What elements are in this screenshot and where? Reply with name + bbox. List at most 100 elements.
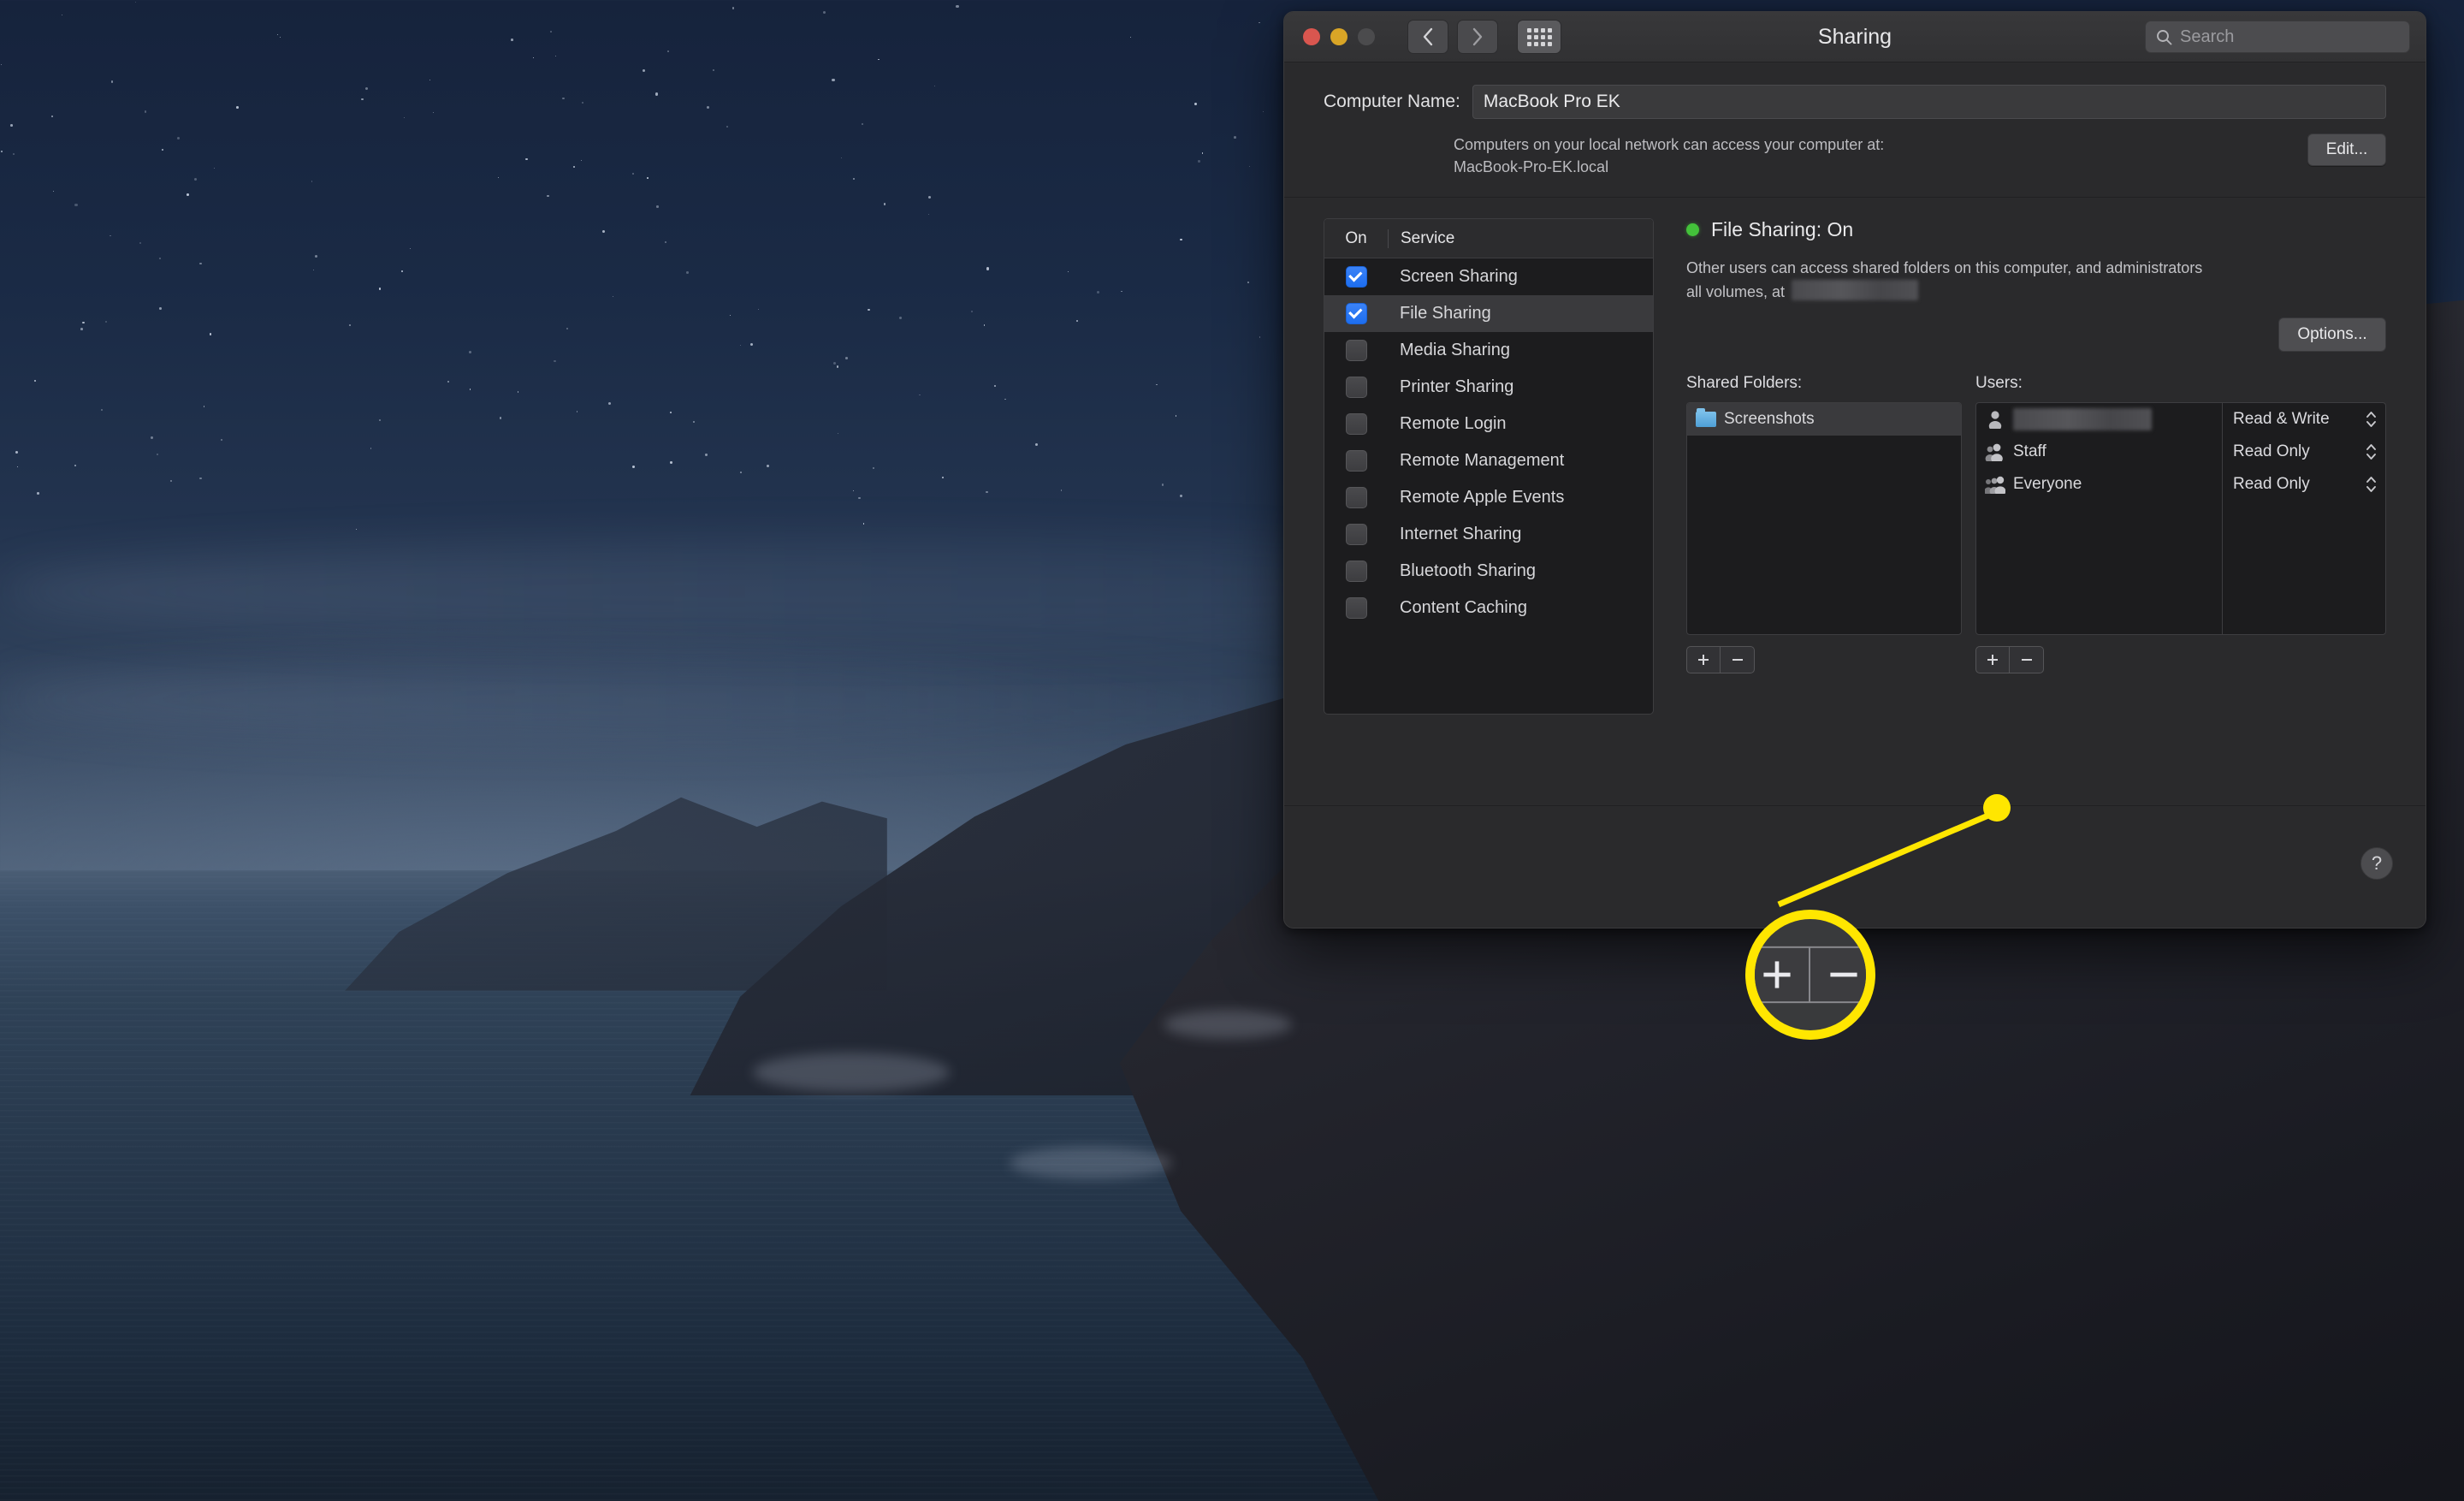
add-user-button[interactable] xyxy=(1975,646,2010,674)
star xyxy=(632,173,635,175)
edit-button[interactable]: Edit... xyxy=(2307,133,2386,166)
star xyxy=(554,359,556,363)
user-permission-row[interactable]: Read & Write xyxy=(2223,403,2385,436)
star xyxy=(898,317,902,320)
shared-folder-item[interactable]: Screenshots xyxy=(1687,403,1961,436)
checkbox-unchecked[interactable] xyxy=(1345,413,1367,436)
navigation-buttons xyxy=(1407,20,1498,54)
checkbox-unchecked[interactable] xyxy=(1345,597,1367,620)
star xyxy=(986,490,989,494)
service-row[interactable]: Printer Sharing xyxy=(1324,369,1653,406)
checkbox-unchecked[interactable] xyxy=(1345,561,1367,583)
user-permission-row[interactable]: Read Only xyxy=(2223,468,2385,501)
computer-name-input[interactable]: MacBook Pro EK xyxy=(1472,85,2386,119)
star xyxy=(533,57,535,59)
star xyxy=(315,254,318,258)
add-shared-folder-button[interactable] xyxy=(1686,646,1721,674)
search-field[interactable] xyxy=(2145,21,2410,53)
service-row[interactable]: Remote Login xyxy=(1324,406,1653,442)
star xyxy=(572,165,576,168)
service-row[interactable]: File Sharing xyxy=(1324,295,1653,333)
traffic-lights xyxy=(1303,28,1375,45)
star xyxy=(159,306,163,310)
service-checkbox-cell xyxy=(1324,303,1388,325)
chevron-up-icon xyxy=(2366,477,2376,484)
service-row[interactable]: Content Caching xyxy=(1324,590,1653,626)
user-item[interactable]: Staff xyxy=(1976,436,2222,468)
star xyxy=(861,122,864,125)
forward-button[interactable] xyxy=(1457,20,1498,54)
service-row[interactable]: Internet Sharing xyxy=(1324,516,1653,553)
user-item[interactable] xyxy=(1976,403,2222,436)
checkbox-unchecked[interactable] xyxy=(1345,377,1367,399)
sharing-body: On Service Screen Sharing File Sharing Med… xyxy=(1284,198,2426,715)
help-button[interactable]: ? xyxy=(2360,847,2393,880)
star xyxy=(51,116,54,117)
remove-shared-folder-button[interactable] xyxy=(1721,646,1755,674)
service-checkbox-cell xyxy=(1324,524,1388,546)
star xyxy=(576,411,578,412)
service-row[interactable]: Screen Sharing xyxy=(1324,258,1653,295)
plus-icon xyxy=(1698,655,1709,666)
star xyxy=(403,116,405,118)
star xyxy=(37,492,40,495)
minimize-button[interactable] xyxy=(1330,28,1348,45)
search-input[interactable] xyxy=(2180,27,2377,47)
remove-user-button[interactable] xyxy=(2010,646,2044,674)
shared-folders-label: Shared Folders: xyxy=(1686,374,1803,393)
checkbox-checked[interactable] xyxy=(1345,303,1367,325)
star xyxy=(1076,320,1078,322)
wallpaper-cloud-band xyxy=(0,660,1355,738)
computer-name-row: Computer Name: MacBook Pro EK xyxy=(1324,85,2386,119)
users-list[interactable]: Staff Everyone Read & Write Read Only Read … xyxy=(1975,402,2386,636)
star xyxy=(566,327,569,330)
permission-stepper[interactable] xyxy=(2366,476,2377,493)
window-titlebar: Sharing xyxy=(1284,12,2426,62)
star xyxy=(970,311,974,313)
service-row[interactable]: Remote Apple Events xyxy=(1324,479,1653,516)
back-button[interactable] xyxy=(1407,20,1448,54)
service-row[interactable]: Media Sharing xyxy=(1324,332,1653,369)
star xyxy=(199,477,202,480)
service-row[interactable]: Remote Management xyxy=(1324,442,1653,479)
users-permissions-column: Read & Write Read Only Read Only xyxy=(2223,403,2385,634)
star xyxy=(151,436,153,439)
minus-icon xyxy=(1732,659,1743,662)
search-icon xyxy=(2157,29,2172,44)
permission-value: Read & Write xyxy=(2233,410,2330,429)
back-chevron-icon xyxy=(1423,27,1433,46)
star xyxy=(841,157,843,159)
star xyxy=(1198,160,1200,163)
user-permission-row[interactable]: Read Only xyxy=(2223,436,2385,468)
permission-stepper[interactable] xyxy=(2366,411,2377,428)
permission-stepper[interactable] xyxy=(2366,443,2377,460)
star xyxy=(713,68,715,72)
checkbox-unchecked[interactable] xyxy=(1345,340,1367,362)
service-row[interactable]: Bluetooth Sharing xyxy=(1324,553,1653,590)
star xyxy=(823,10,826,14)
star xyxy=(602,229,606,233)
options-button[interactable]: Options... xyxy=(2278,317,2386,353)
shared-folders-list[interactable]: Screenshots xyxy=(1686,402,1962,636)
star xyxy=(1259,21,1260,24)
star xyxy=(1263,110,1265,113)
show-all-button[interactable] xyxy=(1517,20,1561,54)
user-item[interactable]: Everyone xyxy=(1976,468,2222,501)
checkbox-checked[interactable] xyxy=(1345,266,1367,288)
users-column: Users: Staff Everyone Read & Write Read On… xyxy=(1975,374,2386,674)
wallpaper-foam xyxy=(1010,1147,1172,1179)
close-button[interactable] xyxy=(1303,28,1320,45)
star xyxy=(666,50,669,52)
checkbox-unchecked[interactable] xyxy=(1345,487,1367,509)
network-access-description: Computers on your local network can acce… xyxy=(1454,133,1884,178)
star xyxy=(706,106,709,110)
service-name: Bluetooth Sharing xyxy=(1400,561,1537,581)
star xyxy=(177,137,181,140)
star xyxy=(356,528,358,530)
service-checkbox-cell xyxy=(1324,266,1388,288)
star xyxy=(209,333,211,335)
service-name: Remote Management xyxy=(1400,451,1565,471)
grid-icon xyxy=(1526,27,1552,46)
checkbox-unchecked[interactable] xyxy=(1345,524,1367,546)
checkbox-unchecked[interactable] xyxy=(1345,450,1367,472)
